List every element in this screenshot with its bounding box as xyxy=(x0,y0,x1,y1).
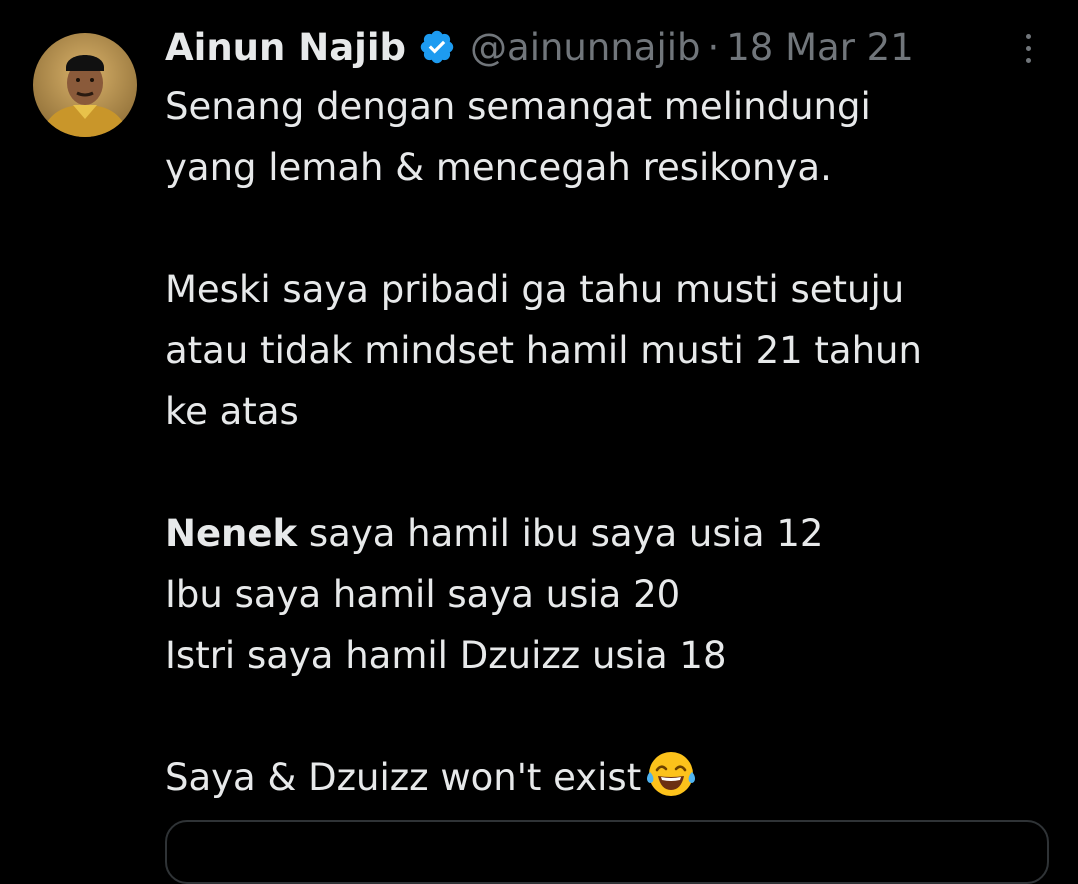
tweet-line: atau tidak mindset hamil musti 21 tahun xyxy=(165,329,922,372)
tweet-line: Istri saya hamil Dzuizz usia 18 xyxy=(165,634,727,677)
author-name[interactable]: Ainun Najib xyxy=(165,26,406,69)
tweet-line: yang lemah & mencegah resikonya. xyxy=(165,146,832,189)
laughing-tears-emoji-icon xyxy=(645,748,697,800)
avatar[interactable] xyxy=(33,33,137,137)
line-break xyxy=(165,198,1045,259)
line-break xyxy=(165,442,1045,503)
tweet-line-text: Saya & Dzuizz won't exist xyxy=(165,756,642,799)
separator-dot: · xyxy=(707,25,720,69)
tweet-line: Nenek saya hamil ibu saya usia 12 xyxy=(165,503,1045,564)
tweet-date[interactable]: 18 Mar 21 xyxy=(726,26,914,69)
tweet-line-rest: saya hamil ibu saya usia 12 xyxy=(297,512,824,555)
line-break xyxy=(165,686,1045,747)
tweet-text: Senang dengan semangat melindungi yang l… xyxy=(165,76,1045,808)
avatar-photo xyxy=(33,33,137,137)
author-handle[interactable]: @ainunnajib xyxy=(470,26,700,69)
tweet-line: Ibu saya hamil saya usia 20 xyxy=(165,573,681,616)
tweet-line: Meski saya pribadi ga tahu musti setuju xyxy=(165,268,905,311)
tweet-line: Senang dengan semangat melindungi xyxy=(165,85,871,128)
tweet-line: Saya & Dzuizz won't exist xyxy=(165,747,1045,808)
tweet[interactable]: Ainun Najib @ainunnajib · 18 Mar 21 Sena… xyxy=(0,0,1078,884)
quoted-card[interactable] xyxy=(165,820,1049,884)
tweet-header: Ainun Najib @ainunnajib · 18 Mar 21 xyxy=(165,22,914,72)
verified-badge-icon xyxy=(418,28,456,66)
bold-word: Nenek xyxy=(165,512,298,555)
more-options-icon[interactable] xyxy=(1010,28,1046,68)
tweet-line: ke atas xyxy=(165,390,299,433)
